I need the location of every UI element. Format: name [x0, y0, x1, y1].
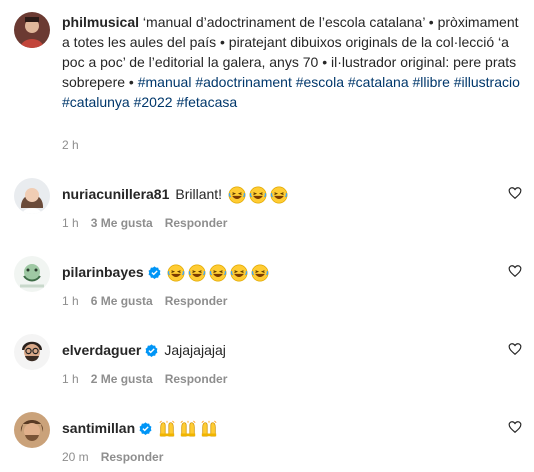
laughing-emoji [249, 186, 267, 204]
comment-username[interactable]: pilarinbayes [62, 262, 144, 282]
hashtag[interactable]: #fetacasa [176, 94, 237, 110]
reply-button[interactable]: Responder [165, 294, 228, 308]
comment-line: pilarinbayes [62, 262, 272, 282]
comment-timestamp[interactable]: 20 m [62, 450, 89, 464]
comment-line: santimillan [62, 418, 221, 438]
hashtag[interactable]: #escola [296, 74, 344, 90]
laughing-emoji [209, 264, 227, 282]
laughing-emoji [230, 264, 248, 282]
comment-likes[interactable]: 3 Me gusta [91, 216, 153, 230]
laughing-emoji [270, 186, 288, 204]
raised-hands-emoji [201, 420, 217, 437]
caption-timestamp[interactable]: 2 h [62, 138, 79, 152]
verified-badge-icon [148, 266, 161, 279]
emoji-group [228, 184, 291, 204]
verified-badge-icon [145, 343, 158, 357]
comments-panel: philmusical ‘manual d’adoctrinament de l… [0, 0, 534, 469]
comment-line: elverdaguer Jajajajajaj [62, 340, 226, 360]
comment-item: nuriacunillera81 Brillant! 1 h 3 Me gust… [14, 178, 524, 238]
comment-likes[interactable]: 6 Me gusta [91, 294, 153, 308]
avatar[interactable] [14, 334, 50, 370]
hashtag[interactable]: #catalana [348, 74, 409, 90]
hashtag[interactable]: #manual [138, 74, 192, 90]
comment-timestamp[interactable]: 1 h [62, 372, 79, 386]
heart-icon[interactable] [508, 420, 522, 434]
emoji-group [167, 262, 272, 282]
comment-username[interactable]: santimillan [62, 418, 135, 438]
verified-badge-icon [139, 422, 152, 435]
heart-icon[interactable] [508, 342, 522, 356]
heart-icon[interactable] [508, 186, 522, 200]
laughing-emoji [188, 264, 206, 282]
comment-meta: 1 h 2 Me gusta Responder [62, 372, 227, 386]
hashtag[interactable]: #llibre [413, 74, 450, 90]
laughing-emoji [228, 186, 246, 204]
comment-text: Brillant! [175, 186, 223, 203]
caption-username[interactable]: philmusical [62, 14, 139, 30]
laughing-emoji [251, 264, 269, 282]
comment-timestamp[interactable]: 1 h [62, 294, 79, 308]
reply-button[interactable]: Responder [165, 372, 228, 386]
heart-icon[interactable] [508, 264, 522, 278]
comment-timestamp[interactable]: 1 h [62, 216, 79, 230]
comment-line: nuriacunillera81 Brillant! [62, 184, 291, 204]
comment-item: santimillan 20 m Responder [14, 412, 524, 472]
comment-item: elverdaguer Jajajajajaj 1 h 2 Me gusta R… [14, 334, 524, 394]
caption-text: philmusical ‘manual d’adoctrinament de l… [62, 12, 524, 112]
avatar[interactable] [14, 12, 50, 48]
hashtag[interactable]: #2022 [134, 94, 173, 110]
avatar[interactable] [14, 178, 50, 214]
laughing-emoji [167, 264, 185, 282]
avatar[interactable] [14, 256, 50, 292]
hashtag[interactable]: #catalunya [62, 94, 130, 110]
reply-button[interactable]: Responder [101, 450, 164, 464]
hashtag[interactable]: #illustracio [454, 74, 520, 90]
comment-text: Jajajajajaj [164, 342, 226, 358]
emoji-group [158, 418, 221, 438]
comment-username[interactable]: nuriacunillera81 [62, 184, 169, 204]
raised-hands-emoji [159, 420, 175, 437]
comment-likes[interactable]: 2 Me gusta [91, 372, 153, 386]
comment-username[interactable]: elverdaguer [62, 340, 141, 360]
reply-button[interactable]: Responder [165, 216, 228, 230]
comment-meta: 1 h 3 Me gusta Responder [62, 216, 227, 230]
raised-hands-emoji [180, 420, 196, 437]
comment-item: pilarinbayes 1 h 6 Me gusta Responder [14, 256, 524, 316]
comment-meta: 20 m Responder [62, 450, 163, 464]
hashtag[interactable]: #adoctrinament [195, 74, 292, 90]
avatar[interactable] [14, 412, 50, 448]
comment-meta: 1 h 6 Me gusta Responder [62, 294, 227, 308]
